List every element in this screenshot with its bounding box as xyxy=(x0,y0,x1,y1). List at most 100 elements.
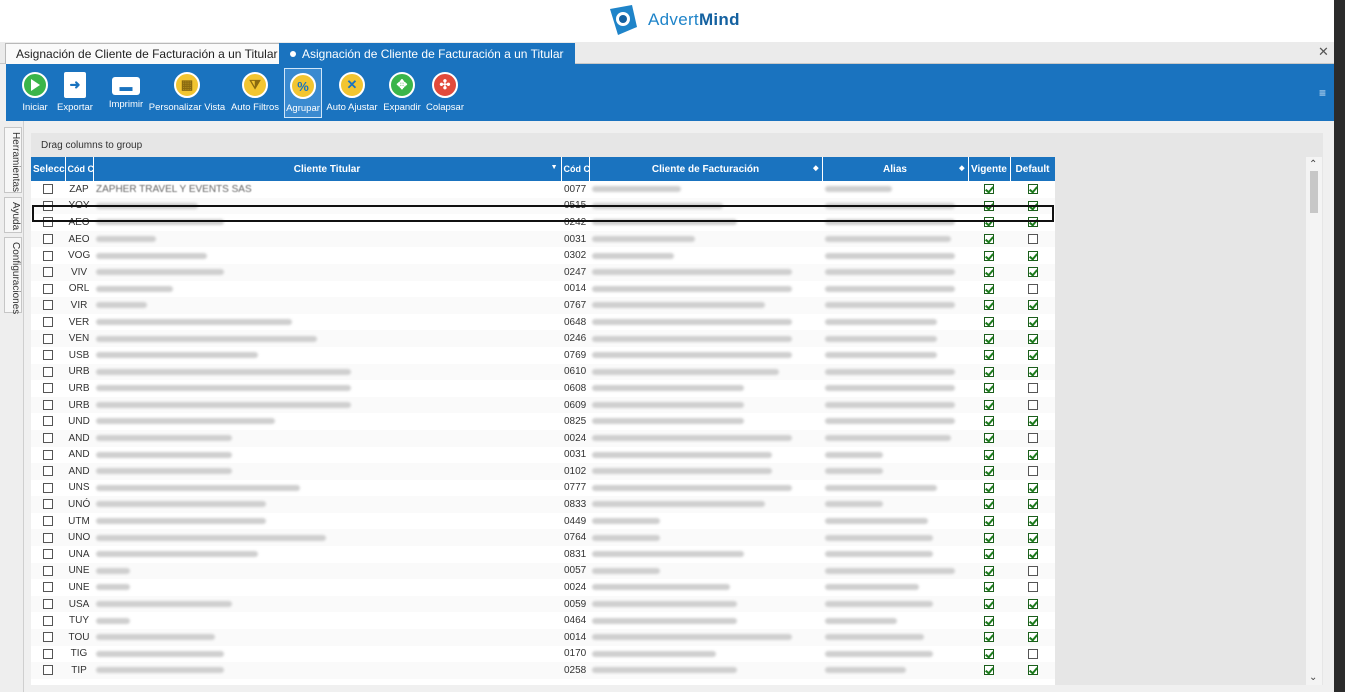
default-checkbox[interactable] xyxy=(1027,383,1038,394)
vigente-cell[interactable] xyxy=(968,646,1010,663)
default-cell[interactable] xyxy=(1010,662,1055,679)
select-checkbox[interactable] xyxy=(43,549,53,560)
select-cell[interactable] xyxy=(31,297,65,314)
vigente-cell[interactable] xyxy=(968,297,1010,314)
default-checkbox[interactable] xyxy=(1027,582,1038,593)
default-cell[interactable] xyxy=(1010,181,1055,198)
select-checkbox[interactable] xyxy=(43,283,53,294)
select-cell[interactable] xyxy=(31,231,65,248)
select-cell[interactable] xyxy=(31,247,65,264)
select-checkbox[interactable] xyxy=(43,217,53,228)
tab-asignacion-1[interactable]: Asignación de Cliente de Facturación a u… xyxy=(5,43,289,64)
vigente-checkbox[interactable] xyxy=(984,217,994,228)
table-row[interactable]: UNO 0764 xyxy=(31,529,1055,547)
vigente-cell[interactable] xyxy=(968,579,1010,596)
select-cell[interactable] xyxy=(31,563,65,580)
default-cell[interactable] xyxy=(1010,247,1055,264)
default-checkbox[interactable] xyxy=(1027,366,1038,377)
vigente-cell[interactable] xyxy=(968,247,1010,264)
vigente-cell[interactable] xyxy=(968,364,1010,381)
vigente-checkbox[interactable] xyxy=(984,648,994,659)
select-checkbox[interactable] xyxy=(43,200,53,211)
default-checkbox[interactable] xyxy=(1027,416,1038,427)
default-cell[interactable] xyxy=(1010,413,1055,430)
vigente-cell[interactable] xyxy=(968,231,1010,248)
vertical-scrollbar[interactable]: ⌃ ⌄ xyxy=(1306,157,1322,685)
side-tab-herramientas[interactable]: Herramientas xyxy=(4,127,22,193)
select-cell[interactable] xyxy=(31,281,65,298)
default-checkbox[interactable] xyxy=(1027,449,1038,460)
select-cell[interactable] xyxy=(31,579,65,596)
select-checkbox[interactable] xyxy=(43,366,53,377)
table-row[interactable]: ORL 0014 xyxy=(31,281,1055,298)
scrollbar-thumb[interactable] xyxy=(1310,171,1318,213)
vigente-checkbox[interactable] xyxy=(984,449,994,460)
default-checkbox[interactable] xyxy=(1027,532,1038,543)
select-checkbox[interactable] xyxy=(43,416,53,427)
default-cell[interactable] xyxy=(1010,281,1055,298)
col-header-default[interactable]: Default xyxy=(1010,157,1055,181)
vigente-cell[interactable] xyxy=(968,662,1010,679)
select-checkbox[interactable] xyxy=(43,316,53,327)
default-cell[interactable] xyxy=(1010,596,1055,613)
select-checkbox[interactable] xyxy=(43,615,53,626)
vigente-cell[interactable] xyxy=(968,314,1010,331)
select-cell[interactable] xyxy=(31,198,65,215)
default-checkbox[interactable] xyxy=(1027,250,1038,261)
default-checkbox[interactable] xyxy=(1027,217,1038,228)
side-tab-ayuda[interactable]: Ayuda xyxy=(4,197,22,233)
select-checkbox[interactable] xyxy=(43,233,53,244)
default-cell[interactable] xyxy=(1010,297,1055,314)
vigente-checkbox[interactable] xyxy=(984,250,994,261)
vigente-checkbox[interactable] xyxy=(984,333,994,344)
table-row[interactable]: URB 0608 xyxy=(31,380,1055,397)
select-checkbox[interactable] xyxy=(43,300,53,311)
vigente-checkbox[interactable] xyxy=(984,532,994,543)
select-cell[interactable] xyxy=(31,646,65,663)
vigente-checkbox[interactable] xyxy=(984,499,994,510)
vigente-cell[interactable] xyxy=(968,413,1010,430)
default-checkbox[interactable] xyxy=(1027,184,1038,195)
select-cell[interactable] xyxy=(31,662,65,679)
select-checkbox[interactable] xyxy=(43,466,53,477)
default-checkbox[interactable] xyxy=(1027,482,1038,493)
vigente-cell[interactable] xyxy=(968,596,1010,613)
select-checkbox[interactable] xyxy=(43,582,53,593)
vigente-checkbox[interactable] xyxy=(984,383,994,394)
vigente-checkbox[interactable] xyxy=(984,316,994,327)
default-cell[interactable] xyxy=(1010,198,1055,215)
table-row[interactable]: UND 0825 xyxy=(31,413,1055,430)
col-header-seleccion[interactable]: Selecci xyxy=(31,157,66,181)
select-checkbox[interactable] xyxy=(43,433,53,444)
vigente-checkbox[interactable] xyxy=(984,466,994,477)
vigente-cell[interactable] xyxy=(968,347,1010,364)
personalizar-vista-button[interactable]: ▦ Personalizar Vista xyxy=(148,68,226,118)
default-checkbox[interactable] xyxy=(1027,615,1038,626)
default-cell[interactable] xyxy=(1010,330,1055,347)
col-header-alias[interactable]: Alias ◆ xyxy=(822,157,969,181)
vigente-cell[interactable] xyxy=(968,563,1010,580)
select-checkbox[interactable] xyxy=(43,532,53,543)
vigente-cell[interactable] xyxy=(968,214,1010,231)
vigente-checkbox[interactable] xyxy=(984,399,994,410)
select-cell[interactable] xyxy=(31,480,65,497)
vigente-checkbox[interactable] xyxy=(984,233,994,244)
table-row[interactable]: UNE 0024 xyxy=(31,579,1055,596)
table-row[interactable]: UNS 0777 xyxy=(31,480,1055,497)
select-checkbox[interactable] xyxy=(43,632,53,643)
exportar-button[interactable]: ➜ Exportar xyxy=(54,68,96,118)
vigente-checkbox[interactable] xyxy=(984,665,994,676)
vigente-cell[interactable] xyxy=(968,264,1010,281)
select-checkbox[interactable] xyxy=(43,383,53,394)
default-cell[interactable] xyxy=(1010,214,1055,231)
iniciar-button[interactable]: Iniciar xyxy=(20,68,50,118)
select-checkbox[interactable] xyxy=(43,499,53,510)
vigente-checkbox[interactable] xyxy=(984,267,994,278)
default-checkbox[interactable] xyxy=(1027,665,1038,676)
select-checkbox[interactable] xyxy=(43,350,53,361)
default-cell[interactable] xyxy=(1010,463,1055,480)
col-header-cliente-titular[interactable]: Cliente Titular ▼ xyxy=(93,157,562,181)
vigente-checkbox[interactable] xyxy=(984,482,994,493)
select-checkbox[interactable] xyxy=(43,267,53,278)
table-row[interactable]: AEO 0242 xyxy=(31,214,1055,231)
